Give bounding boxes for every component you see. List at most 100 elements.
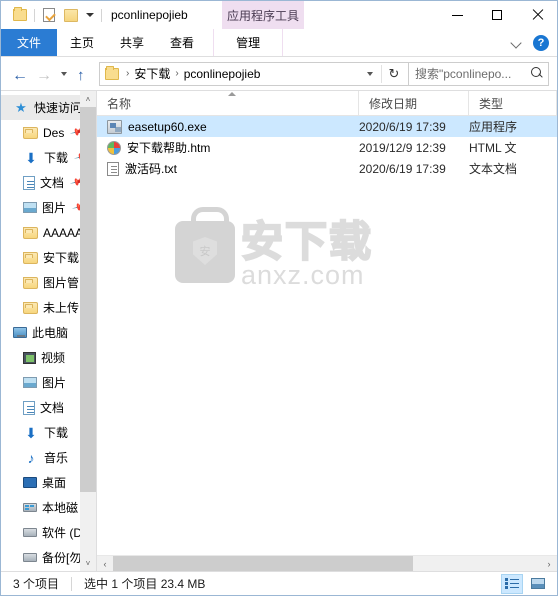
folder-icon <box>23 126 38 139</box>
watermark: 安 安下载 anxz.com <box>175 207 373 288</box>
search-icon[interactable] <box>531 67 544 80</box>
maximize-button[interactable] <box>477 1 517 29</box>
videos-icon <box>23 351 36 364</box>
breadcrumb-item-0[interactable]: 安下载 <box>134 65 170 82</box>
large-icons-view-button[interactable] <box>527 574 549 594</box>
scroll-right-icon[interactable]: › <box>541 556 557 571</box>
properties-icon[interactable] <box>38 4 60 26</box>
navpane-scroll-thumb[interactable] <box>80 107 96 493</box>
breadcrumb-tail: ↻ <box>361 64 404 84</box>
sidebar-item-label: 图片 <box>42 376 67 390</box>
folder-icon <box>23 301 38 314</box>
star-icon <box>13 100 29 116</box>
horizontal-scrollbar[interactable]: ‹ › <box>97 555 557 571</box>
search-input[interactable]: 搜索"pconlinepo... <box>409 61 549 86</box>
up-arrow-icon <box>77 67 91 81</box>
tab-home[interactable]: 主页 <box>57 29 107 56</box>
sidebar-item-label: 本地磁 <box>42 501 79 515</box>
column-label: 名称 <box>107 96 132 111</box>
music-icon <box>23 450 39 466</box>
drive-icon <box>23 553 37 562</box>
address-dropdown-button[interactable] <box>361 64 379 84</box>
folder-icon <box>23 226 38 239</box>
sort-ascending-icon <box>227 92 236 96</box>
contextual-tab-header: 应用程序工具 <box>222 1 304 29</box>
watermark-en: anxz.com <box>241 259 365 290</box>
maximize-icon <box>492 10 502 20</box>
cell-type: HTML 文 <box>469 141 517 155</box>
search-placeholder: 搜索"pconlinepo... <box>415 67 512 81</box>
breadcrumb[interactable]: › 安下载 › pconlinepojieb ↻ <box>99 61 409 86</box>
back-button[interactable] <box>7 62 31 86</box>
status-bar: 3 个项目 选中 1 个项目 23.4 MB <box>1 571 557 595</box>
recent-locations-button[interactable] <box>55 62 72 86</box>
column-header-type[interactable]: 类型 <box>469 91 557 115</box>
item-count: 3 个项目 <box>13 577 60 591</box>
watermark-logo-icon: 安 <box>175 207 235 283</box>
view-buttons <box>501 573 557 594</box>
file-name: 安下载帮助.htm <box>127 141 211 155</box>
explorer-body: 快速访问 Des 📌 下载 📌 文档 📌 <box>1 90 557 571</box>
sidebar-item-label: 未上传 <box>43 301 80 315</box>
selection-status: 选中 1 个项目 23.4 MB <box>84 577 206 591</box>
quick-access-toolbar <box>9 4 105 26</box>
up-button[interactable] <box>72 62 96 86</box>
sidebar-item-label: 快速访问 <box>34 101 83 115</box>
tab-view[interactable]: 查看 <box>157 29 207 56</box>
new-folder-icon[interactable] <box>60 4 82 26</box>
tab-share[interactable]: 共享 <box>107 29 157 56</box>
folder-icon <box>23 276 38 289</box>
html-icon <box>107 140 121 155</box>
help-icon[interactable]: ? <box>533 34 549 51</box>
refresh-button[interactable]: ↻ <box>384 64 404 84</box>
sidebar-item-label: 文档 <box>40 401 65 415</box>
column-header-name[interactable]: 名称 <box>97 91 359 115</box>
scroll-left-icon[interactable]: ‹ <box>97 556 113 571</box>
sidebar-item-label: 桌面 <box>42 476 67 490</box>
window-title: pconlinepojieb <box>111 8 188 22</box>
system-drive-icon <box>23 503 37 512</box>
desktop-icon <box>23 477 37 488</box>
forward-arrow-icon <box>36 67 50 81</box>
tab-file[interactable]: 文件 <box>1 29 58 56</box>
details-view-button[interactable] <box>501 573 523 594</box>
breadcrumb-item-1[interactable]: pconlinepojieb <box>184 67 261 81</box>
scroll-up-icon[interactable]: ˄ <box>80 91 96 107</box>
minimize-button[interactable] <box>437 1 477 29</box>
file-rows: easetup60.exe 2020/6/19 17:39 应用程序 安下载帮助… <box>97 116 557 555</box>
table-row[interactable]: 激活码.txt 2020/6/19 17:39 文本文档 <box>97 158 557 179</box>
table-row[interactable]: 安下载帮助.htm 2019/12/9 12:39 HTML 文 <box>97 137 557 158</box>
sidebar-item-label: 图片 <box>42 201 67 215</box>
chevron-down-icon[interactable] <box>509 35 525 51</box>
cell-name: easetup60.exe <box>97 119 359 134</box>
hscroll-thumb[interactable] <box>113 556 413 571</box>
sidebar-item-label: 备份[勿 <box>42 551 82 565</box>
ribbon-right-controls: ? <box>509 29 557 56</box>
sidebar-item-label: 图片管 <box>43 276 80 290</box>
table-row[interactable]: easetup60.exe 2020/6/19 17:39 应用程序 <box>97 116 557 137</box>
column-label: 类型 <box>479 96 504 111</box>
large-icons-view-icon <box>531 578 545 589</box>
cell-date: 2020/6/19 17:39 <box>359 119 446 134</box>
sidebar-item-label: 下载 <box>44 151 69 165</box>
download-icon <box>23 150 39 166</box>
breadcrumb-separator-1: › <box>126 68 130 79</box>
hscroll-track[interactable] <box>113 556 541 571</box>
address-bar: › 安下载 › pconlinepojieb ↻ 搜索"pconlinepo..… <box>1 57 557 90</box>
toolbar-divider <box>34 8 35 22</box>
navpane-scroll-track[interactable] <box>80 107 96 555</box>
documents-icon <box>23 400 35 415</box>
tab-manage[interactable]: 管理 <box>213 29 284 56</box>
navpane-scrollbar[interactable]: ˄ ˅ <box>80 91 96 571</box>
cell-name: 激活码.txt <box>97 160 359 177</box>
file-name: easetup60.exe <box>128 119 207 134</box>
folder-icon[interactable] <box>9 4 31 26</box>
sidebar-item-label: 视频 <box>41 351 66 365</box>
status-divider <box>71 576 73 591</box>
computer-icon <box>13 327 27 338</box>
customize-quick-access-caret[interactable] <box>82 4 98 26</box>
forward-button[interactable] <box>31 62 55 86</box>
close-button[interactable] <box>517 1 557 29</box>
column-header-date[interactable]: 修改日期 <box>359 91 469 115</box>
scroll-down-icon[interactable]: ˅ <box>80 555 96 571</box>
